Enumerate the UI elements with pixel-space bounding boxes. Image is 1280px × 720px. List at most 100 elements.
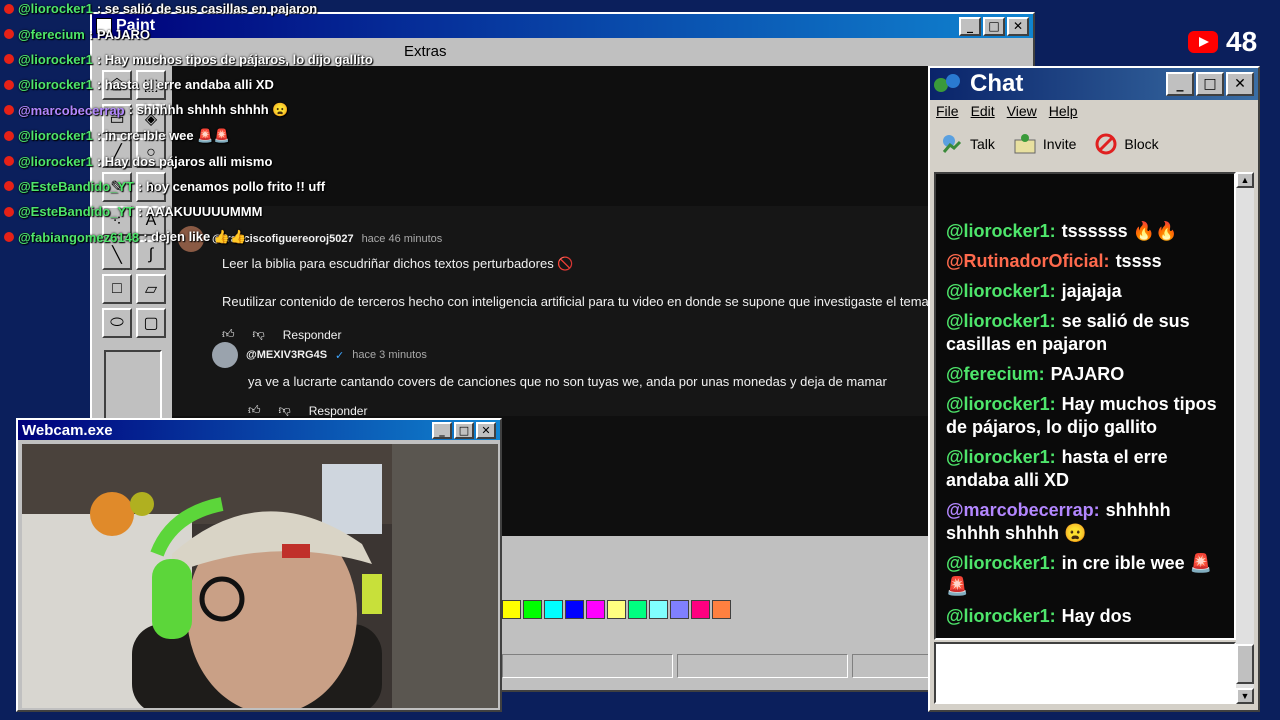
overlay-chat-user: @liorocker1 [18, 1, 93, 17]
menu-edit[interactable]: Edit [971, 103, 995, 119]
comment-2-user[interactable]: @MEXIV3RG4S [246, 349, 327, 361]
polygon-tool-icon[interactable]: ▱ [136, 274, 166, 304]
webcam-title-bar[interactable]: Webcam.exe _ □ ✕ [18, 420, 500, 440]
palette-swatch[interactable] [670, 600, 689, 619]
youtube-dot-icon [4, 156, 14, 167]
rounded-rect-tool-icon[interactable]: ▢ [136, 308, 166, 338]
talk-button[interactable]: Talk [940, 132, 995, 156]
overlay-chat-line: @liorocker1: Hay dos pájaros alli mismo [4, 148, 434, 173]
chat-message: @liorocker1: jajajaja [946, 280, 1226, 303]
chat-window: Chat _ □ ✕ File Edit View Help Talk Invi… [928, 66, 1260, 712]
overlay-chat-user: @liorocker1 [18, 128, 93, 144]
palette-swatch[interactable] [691, 600, 710, 619]
scroll-down-icon[interactable]: ▼ [1236, 688, 1254, 704]
color-palette [502, 600, 731, 619]
palette-swatch[interactable] [502, 600, 521, 619]
chat-message: @liorocker1: se salió de sus casillas en … [946, 310, 1226, 356]
scroll-thumb[interactable] [1236, 644, 1254, 684]
viewer-counter: 48 [1188, 26, 1257, 58]
chat-message-user: @liorocker1: [946, 606, 1056, 626]
chat-message: @marcobecerrap: shhhhh shhhh shhhh 😦 [946, 499, 1226, 545]
ellipse-tool-icon[interactable]: ⬭ [102, 308, 132, 338]
youtube-dot-icon [4, 105, 14, 116]
chat-message-user: @liorocker1: [946, 553, 1056, 573]
verified-icon: ✓ [335, 349, 345, 362]
invite-label: Invite [1042, 136, 1077, 152]
webcam-close-button[interactable]: ✕ [476, 421, 496, 439]
talk-icon [942, 135, 962, 153]
thumbs-down-icon[interactable]: 👎︎ [253, 327, 265, 342]
chat-minimize-button[interactable]: _ [1166, 72, 1194, 96]
chat-message-user: @marcobecerrap: [946, 500, 1100, 520]
chat-scrollbar[interactable]: ▲ ▼ [1236, 172, 1254, 704]
chat-messages[interactable]: @liorocker1: tssssss 🔥🔥 @RutinadorOficial:… [934, 172, 1236, 640]
menu-view[interactable]: View [1007, 103, 1037, 119]
chat-title: Chat [970, 70, 1024, 97]
overlay-chat-line: @liorocker1: se salió de sus casillas en… [4, 0, 434, 21]
palette-swatch[interactable] [523, 600, 542, 619]
avatar [212, 342, 238, 368]
chat-menu-bar: File Edit View Help [930, 100, 1258, 122]
overlay-chat-user: @ferecium [18, 26, 85, 42]
overlay-chat-user: @liorocker1 [18, 51, 93, 67]
thumbs-up-icon[interactable]: 👍︎ [222, 327, 235, 342]
youtube-dot-icon [4, 54, 14, 65]
palette-swatch[interactable] [712, 600, 731, 619]
overlay-chat-text: : PAJARO [88, 26, 151, 42]
palette-swatch[interactable] [649, 600, 668, 619]
overlay-chat-line: @marcobecerrap: shhhhh shhhh shhhh 😦 [4, 98, 434, 123]
reply-button[interactable]: Responder [309, 404, 368, 418]
webcam-maximize-button[interactable]: □ [454, 421, 474, 439]
youtube-dot-icon [4, 206, 14, 217]
reply-button[interactable]: Responder [283, 328, 342, 342]
rectangle-tool-icon[interactable]: □ [102, 274, 132, 304]
palette-swatch[interactable] [544, 600, 563, 619]
overlay-chat-text: : Hay muchos tipos de pájaros, lo dijo g… [96, 51, 373, 67]
webcam-minimize-button[interactable]: _ [432, 421, 452, 439]
talk-label: Talk [970, 136, 995, 152]
chat-maximize-button[interactable]: □ [1196, 72, 1224, 96]
palette-swatch[interactable] [586, 600, 605, 619]
menu-file[interactable]: File [936, 103, 959, 119]
chat-toolbar: Talk Invite Block [930, 122, 1258, 166]
chat-message: @liorocker1: hasta el erre andaba alli XD [946, 446, 1226, 492]
youtube-dot-icon [4, 181, 14, 192]
people-icon [934, 72, 964, 96]
chat-input[interactable] [934, 642, 1236, 704]
overlay-chat-user: @liorocker1 [18, 153, 93, 169]
block-icon [1095, 133, 1117, 155]
webcam-feed [22, 444, 498, 708]
chat-title-bar[interactable]: Chat _ □ ✕ [930, 68, 1258, 100]
overlay-chat-line: @fabiangomez6148: dejen like 👍👍 [4, 225, 434, 250]
thumbs-up-icon[interactable]: 👍︎ [248, 403, 261, 418]
block-button[interactable]: Block [1094, 132, 1159, 156]
chat-message: @RutinadorOficial: tssss [946, 250, 1226, 273]
palette-swatch[interactable] [607, 600, 626, 619]
paint-maximize-button[interactable]: □ [983, 16, 1005, 36]
youtube-dot-icon [4, 3, 14, 14]
scroll-up-icon[interactable]: ▲ [1236, 172, 1254, 188]
palette-swatch[interactable] [565, 600, 584, 619]
chat-message-user: @liorocker1: [946, 394, 1056, 414]
chat-message: @liorocker1: tssssss 🔥🔥 [946, 220, 1226, 243]
overlay-chat-user: @EsteBandido_YT [18, 178, 134, 194]
paint-close-button[interactable]: ✕ [1007, 16, 1029, 36]
overlay-chat-user: @marcobecerrap [18, 102, 125, 118]
overlay-chat-user: @fabiangomez6148 [18, 229, 140, 245]
invite-button[interactable]: Invite [1013, 132, 1076, 156]
overlay-chat-line: @liorocker1: Hay muchos tipos de pájaros… [4, 47, 434, 72]
chat-message-user: @ferecium: [946, 364, 1045, 384]
chat-message-user: @liorocker1: [946, 447, 1056, 467]
thumbs-down-icon[interactable]: 👎︎ [279, 403, 291, 418]
paint-minimize-button[interactable]: _ [959, 16, 981, 36]
chat-message-text: tssss [1115, 251, 1162, 271]
overlay-chat-line: @liorocker1: in cre ible wee 🚨🚨 [4, 123, 434, 148]
menu-help[interactable]: Help [1049, 103, 1078, 119]
palette-swatch[interactable] [628, 600, 647, 619]
chat-message-user: @liorocker1: [946, 311, 1056, 331]
overlay-chat-text: : hasta el erre andaba alli XD [96, 77, 274, 93]
overlay-chat-text: : AAAKUUUUUMMM [137, 204, 263, 220]
overlay-chat-text: : dejen like 👍👍 [143, 229, 247, 245]
chat-close-button[interactable]: ✕ [1226, 72, 1254, 96]
overlay-chat-line: @EsteBandido_YT: AAAKUUUUUMMM [4, 199, 434, 224]
